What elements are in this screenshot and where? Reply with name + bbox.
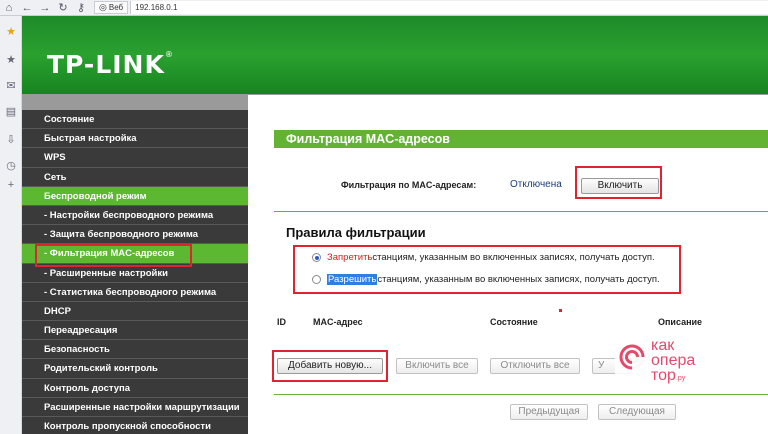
tp-link-logo: TP-LINK® [47,50,174,79]
router-header: TP-LINK® [22,16,768,94]
menu-item[interactable]: - Настройки беспроводного режима [22,205,248,226]
back-icon[interactable]: ← [18,1,36,15]
menu-item[interactable]: - Статистика беспроводного режима [22,282,248,302]
menu-item[interactable]: Беспроводной режим [22,186,248,206]
add-panel-icon[interactable]: + [4,178,18,192]
highlight-rules [293,245,681,294]
menu-item[interactable]: Расширенные настройки маршрутизации [22,397,248,417]
previous-page-button[interactable]: Предыдущая [510,404,588,420]
menu-item[interactable]: Родительский контроль [22,359,248,379]
column-mac-address: MAC-адрес [313,317,363,327]
menu-item[interactable]: Быстрая настройка [22,129,248,149]
address-bar[interactable]: 192.168.0.1 [130,1,768,14]
mail-icon[interactable]: ✉ [4,78,18,92]
content-divider [248,94,768,95]
next-page-button[interactable]: Следующая [598,404,676,420]
history-icon[interactable]: ◷ [4,158,18,172]
menu-list: Состояние Быстрая настройка WPS Сеть Беспров… [22,110,248,434]
web-label: Веб [108,3,124,12]
mac-filter-status: Отключена [510,179,562,190]
download-icon[interactable]: ⇩ [4,132,18,146]
menu-item[interactable]: Контроль пропускной способности [22,417,248,434]
signal-logo-icon [619,344,645,370]
menu-item[interactable]: Состояние [22,110,248,130]
menu-item[interactable]: Контроль доступа [22,378,248,398]
section-divider [274,211,768,212]
rules-title: Правила фильтрации [286,225,426,240]
screen: ⌂ ← → ↻ ⚷ ◎ Веб 192.168.0.1 ★ ★ ✉ ▤ ⇩ ◷ … [0,0,768,434]
bottom-divider [274,394,768,395]
key-icon[interactable]: ⚷ [72,1,90,15]
notes-icon[interactable]: ▤ [4,104,18,118]
reload-icon[interactable]: ↻ [54,1,72,15]
highlight-menu-mac-filter [35,244,192,267]
forward-icon[interactable]: → [36,1,54,15]
page-title: Фильтрация MAC-адресов [274,130,768,148]
menu-item[interactable]: Сеть [22,167,248,187]
browser-sidebar: ★ ★ ✉ ▤ ⇩ ◷ + [0,16,22,434]
watermark: как опера тор.ру [615,334,725,390]
disable-all-button[interactable]: Отключить все [490,358,580,374]
home-icon[interactable]: ⌂ [0,1,18,15]
menu-item[interactable]: Безопасность [22,340,248,360]
mac-filter-label: Фильтрация по MAC-адресам: [341,180,477,190]
red-marker [559,309,562,312]
menu-item[interactable]: - Защита беспроводного режима [22,225,248,245]
enable-all-button[interactable]: Включить все [396,358,478,374]
menu-top-bar [22,94,248,110]
star-icon[interactable]: ★ [4,24,18,38]
highlight-enable-button [575,166,662,199]
bookmarks-icon[interactable]: ★ [4,52,18,66]
menu-item[interactable]: DHCP [22,301,248,322]
globe-icon: ◎ [99,2,107,12]
menu-item[interactable]: WPS [22,148,248,168]
column-id: ID [277,317,286,327]
column-state: Состояние [490,317,538,327]
menu-item[interactable]: Переадресация [22,321,248,341]
column-description: Описание [658,317,703,327]
watermark-text: как опера тор.ру [651,337,696,384]
browser-toolbar: ⌂ ← → ↻ ⚷ ◎ Веб 192.168.0.1 [0,0,768,16]
highlight-add-button [272,350,388,382]
web-button[interactable]: ◎ Веб [94,1,129,14]
